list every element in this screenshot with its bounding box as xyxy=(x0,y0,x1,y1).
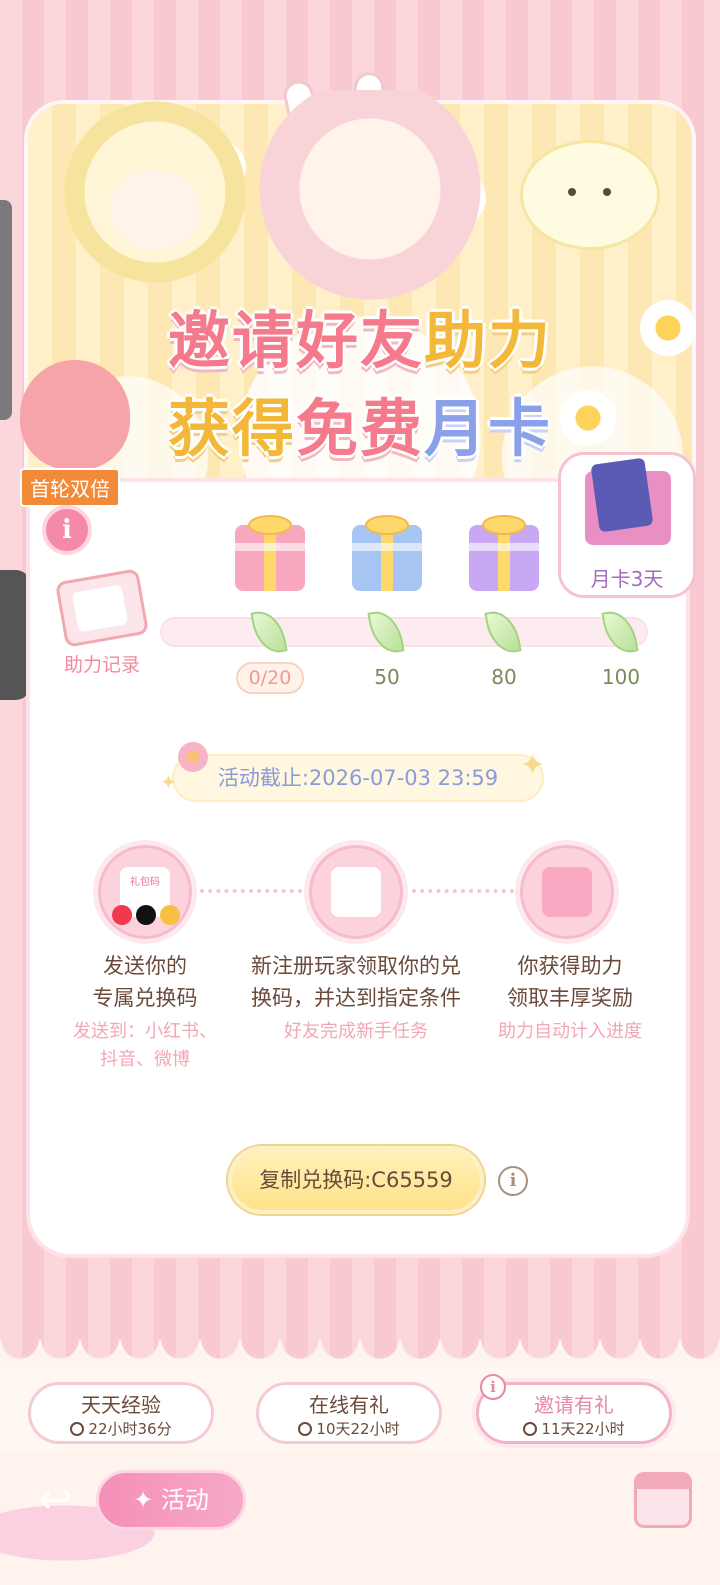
tab-invite-gift-label: 邀请有礼 xyxy=(534,1393,614,1417)
tab-invite-gift[interactable]: 邀请有礼 11天22小时 xyxy=(476,1382,672,1444)
step-2-sub-line1: 好友完成新手任务 xyxy=(284,1021,428,1042)
bunny-girl-illustration xyxy=(240,90,500,310)
xiaohongshu-icon xyxy=(112,905,132,925)
activity-button[interactable]: ✦ 活动 xyxy=(96,1470,246,1530)
step-connector xyxy=(200,889,302,893)
gift-box-icon xyxy=(542,867,592,917)
rules-info-button[interactable]: i xyxy=(42,505,92,555)
event-deadline: 活动截止:2026-07-03 23:59 xyxy=(172,754,544,802)
clock-icon xyxy=(298,1422,313,1436)
step-1-title: 发送你的 专属兑换码 xyxy=(40,950,250,1014)
lace-divider xyxy=(0,1280,720,1370)
gift-bow xyxy=(248,515,292,535)
banner-title-line1: 邀请好友助力 xyxy=(60,290,660,380)
monthly-card-reward[interactable]: 月卡3天 xyxy=(558,452,696,598)
step-2-title: 新注册玩家领取你的兑 换码，并达到指定条件 xyxy=(236,950,476,1014)
title-invite-friends: 邀请好友 xyxy=(167,304,424,377)
chick-eye xyxy=(568,188,576,196)
calendar-icon[interactable] xyxy=(634,1472,692,1528)
copy-code-button[interactable]: 复制兑换码:C65559 xyxy=(228,1146,484,1214)
step-1-title-line1: 发送你的 xyxy=(103,954,187,978)
clipboard-icon xyxy=(331,867,381,917)
tab-daily-exp-timer: 22小时36分 xyxy=(88,1420,172,1438)
character-face xyxy=(110,170,200,250)
milestone-100: 100 xyxy=(601,665,641,689)
step-3-sub-line1: 助力自动计入进度 xyxy=(498,1021,642,1042)
milestone-50: 50 xyxy=(374,665,400,689)
tab-online-gift-timer: 10天22小时 xyxy=(316,1420,400,1438)
help-record-label[interactable]: 助力记录 xyxy=(64,650,140,677)
tab-online-gift[interactable]: 在线有礼 10天22小时 xyxy=(256,1382,442,1444)
step-reward-icon xyxy=(515,840,619,944)
chick-eye xyxy=(603,188,611,196)
tab-invite-gift-time: 11天22小时 xyxy=(479,1418,669,1439)
step-3-sub: 助力自动计入进度 xyxy=(470,1018,670,1046)
sparkle-icon: ✦ xyxy=(520,748,546,783)
double-reward-badge: 首轮双倍 xyxy=(20,468,120,507)
tab-daily-exp[interactable]: 天天经验 22小时36分 xyxy=(28,1382,214,1444)
step-connector xyxy=(412,889,514,893)
code-info-icon[interactable]: i xyxy=(498,1166,528,1196)
tab-online-gift-label: 在线有礼 xyxy=(309,1393,389,1417)
side-edge-tab[interactable] xyxy=(0,200,12,420)
tab-info-icon[interactable]: i xyxy=(480,1374,506,1400)
step-2-title-line1: 新注册玩家领取你的兑 xyxy=(251,954,461,978)
sparkle-icon: ✦ xyxy=(160,770,177,794)
title-free: 免费 xyxy=(295,392,424,465)
tab-invite-gift-timer: 11天22小时 xyxy=(541,1420,625,1438)
title-monthly-card: 月卡 xyxy=(424,392,553,465)
weibo-icon xyxy=(160,905,180,925)
douyin-icon xyxy=(136,905,156,925)
step-1-sub-line2: 抖音、微博 xyxy=(100,1049,190,1070)
flower-icon xyxy=(178,742,208,772)
milestone-80: 80 xyxy=(491,665,517,689)
tab-daily-exp-time: 22小时36分 xyxy=(31,1418,211,1439)
step-3-title-line2: 领取丰厚奖励 xyxy=(507,986,633,1010)
step-1-sub-line1: 发送到：小红书、 xyxy=(73,1021,217,1042)
step-register-icon xyxy=(304,840,408,944)
step-2-title-line2: 换码，并达到指定条件 xyxy=(251,986,461,1010)
step-1-title-line2: 专属兑换码 xyxy=(92,986,198,1010)
chick-mascot-illustration xyxy=(520,140,660,250)
tab-online-gift-time: 10天22小时 xyxy=(259,1418,439,1439)
progress-count: 0/20 xyxy=(236,662,304,694)
clock-icon xyxy=(70,1422,85,1436)
step-3-title-line1: 你获得助力 xyxy=(517,954,623,978)
title-get: 获得 xyxy=(167,392,296,465)
progress-track xyxy=(160,617,648,647)
gift-bow xyxy=(365,515,409,535)
step-3-title: 你获得助力 领取丰厚奖励 xyxy=(470,950,670,1014)
step-send-code-icon: 礼包码 xyxy=(93,840,197,944)
gift-code-text: 礼包码 xyxy=(130,877,160,888)
gift-bow xyxy=(482,515,526,535)
step-2-sub: 好友完成新手任务 xyxy=(236,1018,476,1046)
clock-icon xyxy=(523,1422,538,1436)
back-arrow-icon[interactable]: ↩ xyxy=(30,1478,80,1522)
monthly-card-reward-label: 月卡3天 xyxy=(590,567,664,591)
step-1-sub: 发送到：小红书、 抖音、微博 xyxy=(40,1018,250,1074)
title-help: 助力 xyxy=(424,304,553,377)
monthly-card-icon xyxy=(590,457,654,533)
tab-daily-exp-label: 天天经验 xyxy=(81,1393,161,1417)
